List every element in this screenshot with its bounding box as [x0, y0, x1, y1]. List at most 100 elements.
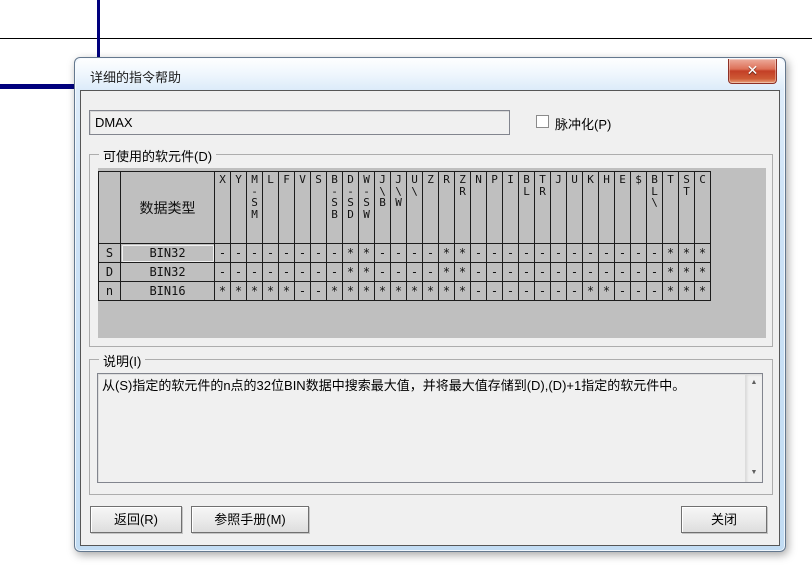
ladder-grid-vline [97, 0, 100, 58]
device-usability-cell: - [503, 263, 519, 282]
device-column-header: J [551, 172, 567, 244]
device-usability-cell: - [535, 263, 551, 282]
device-usability-cell: * [679, 263, 695, 282]
device-usability-cell: * [695, 244, 711, 263]
scroll-up-button[interactable]: ▲ [747, 375, 761, 391]
title-bar[interactable]: 详细的指令帮助 [76, 59, 784, 90]
device-usability-cell: - [471, 244, 487, 263]
device-usability-cell: - [327, 244, 343, 263]
device-usability-cell: - [583, 244, 599, 263]
device-usability-cell: * [455, 282, 471, 301]
device-usability-cell: * [279, 282, 295, 301]
description-box[interactable]: 从(S)指定的软元件的n点的32位BIN数据中搜索最大值，并将最大值存储到(D)… [97, 373, 763, 483]
device-column-header: K [583, 172, 599, 244]
device-usability-cell: * [359, 282, 375, 301]
device-column-header: Z [423, 172, 439, 244]
device-usability-cell: * [263, 282, 279, 301]
device-column-header: BL\ [647, 172, 663, 244]
device-usability-cell: - [391, 263, 407, 282]
device-usability-cell: - [519, 244, 535, 263]
device-usability-cell: * [439, 282, 455, 301]
instruction-name-field[interactable]: DMAX [89, 110, 510, 135]
device-usability-cell: * [695, 282, 711, 301]
scroll-down-icon: ▼ [751, 469, 758, 476]
device-usability-cell: * [423, 282, 439, 301]
device-usability-cell: - [487, 263, 503, 282]
device-usability-cell: - [423, 263, 439, 282]
back-button[interactable]: 返回(R) [90, 506, 182, 533]
device-usability-cell: - [551, 244, 567, 263]
usable-devices-groupbox: 可使用的软元件(D) 数据类型XYM-SMLFVSB-SBD-SDW-SWJ\B… [89, 154, 773, 347]
device-usability-cell: - [647, 263, 663, 282]
device-usability-cell: - [375, 244, 391, 263]
description-scrollbar[interactable]: ▲ ▼ [745, 374, 762, 482]
ladder-grid-hline [0, 38, 812, 39]
description-group-label: 说明(I) [99, 351, 145, 370]
device-usability-cell: - [471, 263, 487, 282]
device-usability-cell: - [647, 282, 663, 301]
device-usability-cell: - [599, 244, 615, 263]
device-usability-cell: - [535, 244, 551, 263]
device-usability-cell: - [407, 244, 423, 263]
operand-cell: n [99, 282, 121, 301]
device-usability-cell: - [567, 263, 583, 282]
device-usability-cell: * [439, 263, 455, 282]
device-usability-cell: * [359, 244, 375, 263]
device-usability-cell: - [231, 263, 247, 282]
pulse-checkbox[interactable] [536, 115, 549, 128]
device-column-header: ST [679, 172, 695, 244]
device-usability-cell: - [503, 244, 519, 263]
device-column-header: X [215, 172, 231, 244]
device-usability-cell: - [551, 282, 567, 301]
device-column-header: Y [231, 172, 247, 244]
device-column-header: J\W [391, 172, 407, 244]
pulse-checkbox-label: 脉冲化(P) [555, 114, 611, 133]
device-usability-cell: - [503, 282, 519, 301]
device-column-header: P [487, 172, 503, 244]
device-column-header: ZR [455, 172, 471, 244]
device-usability-cell: - [231, 244, 247, 263]
device-column-header: F [279, 172, 295, 244]
device-column-header: R [439, 172, 455, 244]
device-usability-cell: * [231, 282, 247, 301]
device-usability-cell: * [583, 282, 599, 301]
description-text: 从(S)指定的软元件的n点的32位BIN数据中搜索最大值，并将最大值存储到(D)… [102, 376, 738, 395]
device-column-header: TR [535, 172, 551, 244]
device-usability-cell: - [631, 282, 647, 301]
data-type-cell[interactable]: BIN32 [121, 244, 215, 263]
device-table-header-row: 数据类型XYM-SMLFVSB-SBD-SDW-SWJ\BJ\WU\ZRZRNP… [99, 172, 711, 244]
device-column-header: BL [519, 172, 535, 244]
device-usability-cell: - [279, 244, 295, 263]
close-window-button[interactable]: ✕ [728, 59, 777, 84]
device-column-header: I [503, 172, 519, 244]
reference-manual-button[interactable]: 参照手册(M) [191, 506, 309, 533]
description-groupbox: 说明(I) 从(S)指定的软元件的n点的32位BIN数据中搜索最大值，并将最大值… [89, 359, 773, 495]
usable-devices-group-label: 可使用的软元件(D) [99, 146, 216, 165]
device-column-header: $ [631, 172, 647, 244]
close-button[interactable]: 关闭 [681, 506, 767, 533]
device-usability-cell: - [599, 263, 615, 282]
device-usability-cell: * [247, 282, 263, 301]
scroll-up-icon: ▲ [751, 379, 758, 386]
device-table-row: SBIN32--------**----**------------*** [99, 244, 711, 263]
device-column-header: D-SD [343, 172, 359, 244]
device-usability-cell: * [663, 282, 679, 301]
data-type-cell[interactable]: BIN16 [121, 282, 215, 301]
device-usability-cell: * [695, 263, 711, 282]
device-usability-cell: * [343, 244, 359, 263]
device-usability-cell: * [679, 282, 695, 301]
data-type-cell[interactable]: BIN32 [121, 263, 215, 282]
device-column-header: J\B [375, 172, 391, 244]
device-usability-cell: * [343, 263, 359, 282]
device-column-header: N [471, 172, 487, 244]
device-usability-cell: - [311, 282, 327, 301]
operand-cell: S [99, 244, 121, 263]
device-usability-cell: - [423, 244, 439, 263]
scroll-down-button[interactable]: ▼ [747, 465, 761, 481]
device-usability-cell: * [327, 282, 343, 301]
device-usability-cell: - [519, 282, 535, 301]
device-table-row: DBIN32--------**----**------------*** [99, 263, 711, 282]
device-column-header: U\ [407, 172, 423, 244]
device-usability-cell: * [375, 282, 391, 301]
corner-cell [99, 172, 121, 244]
